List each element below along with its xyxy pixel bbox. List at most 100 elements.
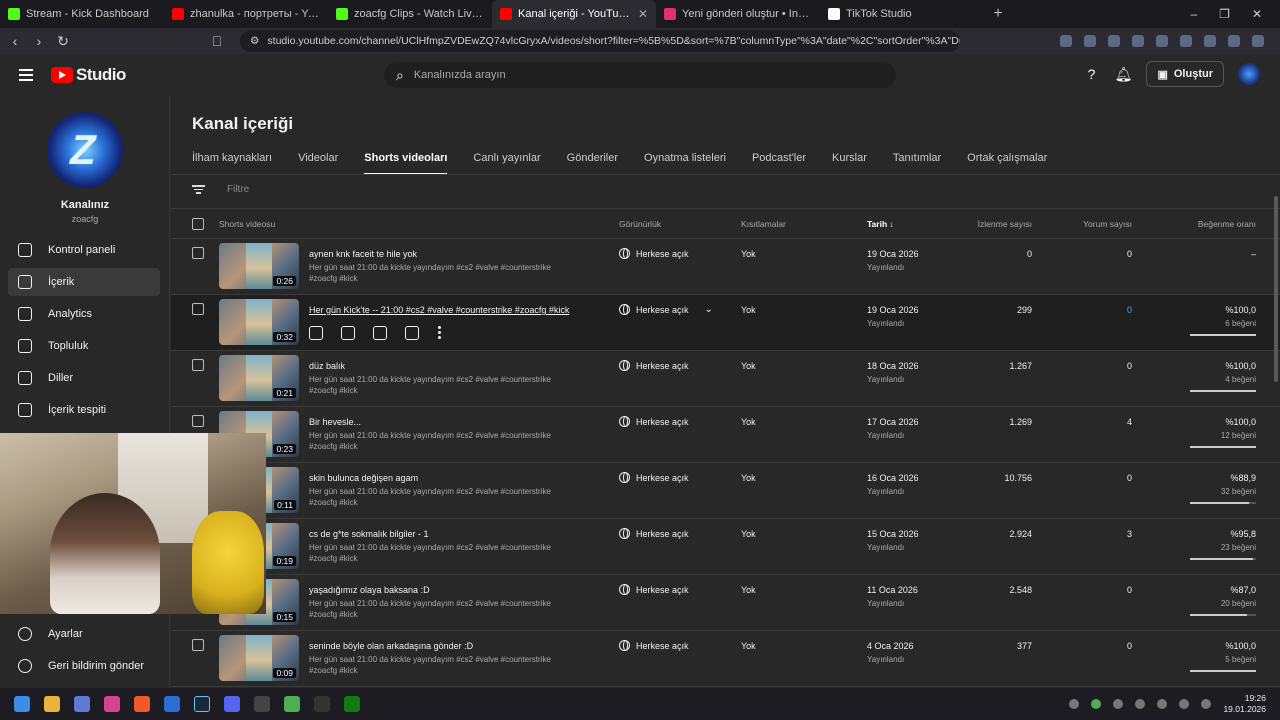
account-avatar[interactable] — [1238, 63, 1260, 85]
extension-icon[interactable] — [1204, 35, 1216, 47]
edit-icon[interactable] — [309, 326, 323, 340]
forward-icon[interactable]: › — [32, 33, 46, 49]
table-row[interactable]: 0:32 Her gün Kick'te -- 21:00 #cs2 #valve… — [171, 295, 1280, 351]
xbox-icon[interactable] — [344, 696, 360, 712]
video-thumbnail[interactable]: 0:32 — [219, 299, 299, 345]
more-options-icon[interactable] — [437, 326, 441, 340]
browser-tab[interactable]: TikTok Studio — [820, 0, 984, 28]
extension-icon[interactable] — [1060, 35, 1072, 47]
app-icon[interactable] — [74, 696, 90, 712]
browser-tab[interactable]: Kanal içeriği - YouTube Studio ✕ — [492, 0, 656, 28]
select-all-checkbox[interactable] — [192, 218, 204, 230]
minecraft-icon[interactable] — [284, 696, 300, 712]
app-icon[interactable] — [104, 696, 120, 712]
reload-icon[interactable]: ↻ — [56, 33, 70, 50]
table-row[interactable]: 0:21 düz balık Her gün saat 21:00 da kickt… — [171, 351, 1280, 407]
studio-logo[interactable]: Studio — [51, 65, 126, 85]
url-field[interactable]: ⚙ studio.youtube.com/channel/UClHfmpZVDE… — [240, 30, 960, 52]
browser-tab[interactable]: zoacfg Clips - Watch Live on Kick — [328, 0, 492, 28]
comments-cell[interactable]: 0 — [1127, 305, 1132, 315]
video-thumbnail[interactable]: 0:21 — [219, 355, 299, 401]
sidebar-item[interactable]: İçerik tespiti — [0, 396, 170, 424]
visibility-cell[interactable]: Herkese açık — [619, 584, 689, 595]
battery-icon[interactable] — [1157, 699, 1168, 709]
visibility-cell[interactable]: Herkese açık — [619, 360, 689, 371]
sidebar-item[interactable]: Analytics — [0, 300, 170, 328]
maximize-button[interactable]: ❐ — [1219, 7, 1230, 21]
new-tab-button[interactable]: + — [984, 5, 1012, 23]
youtube-icon[interactable] — [405, 326, 419, 340]
table-row[interactable]: 0:23 Bir hevesle... Her gün saat 21:00 da … — [171, 407, 1280, 463]
visibility-cell[interactable]: Herkese açık — [619, 416, 689, 427]
browser-tab[interactable]: Stream - Kick Dashboard — [0, 0, 164, 28]
discord-icon[interactable] — [224, 696, 240, 712]
video-title[interactable]: Her gün Kick'te -- 21:00 #cs2 #valve #co… — [309, 305, 569, 315]
video-title[interactable]: yaşadığımız olaya baksana :D — [309, 585, 430, 595]
start-icon[interactable] — [14, 696, 30, 712]
file-explorer-icon[interactable] — [44, 696, 60, 712]
video-title[interactable]: skin bulunca değişen agam — [309, 473, 418, 483]
extension-icon[interactable] — [1228, 35, 1240, 47]
visibility-cell[interactable]: Herkese açık ⌄ — [619, 304, 713, 315]
steam-icon[interactable] — [194, 696, 210, 712]
video-title[interactable]: cs de g*te sokmalık bilgiler - 1 — [309, 529, 429, 539]
content-tab[interactable]: İlham kaynakları — [192, 152, 272, 175]
clock[interactable]: 19:26 19.01.2026 — [1223, 693, 1266, 715]
browser-tab[interactable]: Yeni gönderi oluştur • Instagram — [656, 0, 820, 28]
content-tab[interactable]: Canlı yayınlar — [473, 152, 540, 175]
search-input[interactable]: ⌕ Kanalınızda arayın — [384, 62, 896, 88]
help-icon[interactable]: ? — [1082, 65, 1100, 83]
table-row[interactable]: 0:09 seninde böyle olan arkadaşına gönder… — [171, 631, 1280, 687]
site-info-icon[interactable]: ⚙ — [250, 35, 259, 47]
sidebar-item[interactable]: Geri bildirim gönder — [0, 652, 170, 680]
video-thumbnail[interactable]: 0:26 — [219, 243, 299, 289]
back-icon[interactable]: ‹ — [8, 33, 22, 49]
extension-icon[interactable] — [1252, 35, 1264, 47]
content-tab[interactable]: Ortak çalışmalar — [967, 152, 1047, 175]
analytics-icon[interactable] — [341, 326, 355, 340]
app-icon[interactable] — [164, 696, 180, 712]
filter-icon[interactable] — [192, 185, 205, 194]
scrollbar[interactable] — [1274, 196, 1278, 382]
content-tab[interactable]: Kurslar — [832, 152, 867, 175]
sidebar-item[interactable]: İçerik — [8, 268, 160, 296]
content-tab[interactable]: Gönderiler — [567, 152, 618, 175]
visibility-cell[interactable]: Herkese açık — [619, 528, 689, 539]
create-button[interactable]: ▣ Oluştur — [1146, 61, 1224, 87]
notifications-icon[interactable]: 🔔︎ — [1114, 65, 1133, 83]
sidebar-item[interactable]: Topluluk — [0, 332, 170, 360]
filter-bar[interactable]: Filtre — [192, 184, 249, 195]
visibility-cell[interactable]: Herkese açık — [619, 472, 689, 483]
tray-icon[interactable] — [1113, 699, 1124, 709]
row-checkbox[interactable] — [192, 247, 204, 259]
sidebar-item[interactable]: Kontrol paneli — [0, 236, 170, 264]
extension-icon[interactable] — [1084, 35, 1096, 47]
extension-icon[interactable] — [1180, 35, 1192, 47]
close-window-button[interactable]: ✕ — [1252, 7, 1262, 21]
browser-tab[interactable]: zhanulka - портреты - YouTube — [164, 0, 328, 28]
minimize-button[interactable]: – — [1190, 7, 1197, 21]
tray-icon[interactable] — [1135, 699, 1146, 709]
bookmark-icon[interactable]: ⎕ — [210, 33, 224, 50]
epic-games-icon[interactable] — [314, 696, 330, 712]
video-title[interactable]: düz balık — [309, 361, 345, 371]
row-checkbox[interactable] — [192, 303, 204, 315]
chevron-down-icon[interactable]: ⌄ — [705, 304, 713, 315]
extension-icon[interactable] — [1156, 35, 1168, 47]
tray-icon[interactable] — [1091, 699, 1102, 709]
microphone-icon[interactable] — [1179, 699, 1190, 709]
video-title[interactable]: aynen knk faceit te hile yok — [309, 249, 417, 259]
table-row[interactable]: 0:19 cs de g*te sokmalık bilgiler - 1 Her … — [171, 519, 1280, 575]
volume-icon[interactable] — [1201, 699, 1212, 709]
video-title[interactable]: Bir hevesle... — [309, 417, 361, 427]
row-checkbox[interactable] — [192, 415, 204, 427]
row-checkbox[interactable] — [192, 359, 204, 371]
content-tab[interactable]: Tanıtımlar — [893, 152, 941, 175]
visibility-cell[interactable]: Herkese açık — [619, 248, 689, 259]
table-row[interactable]: 0:26 aynen knk faceit te hile yok Her gün … — [171, 239, 1280, 295]
close-tab-icon[interactable]: ✕ — [638, 7, 648, 21]
col-date[interactable]: Tarih ↓ — [867, 219, 894, 229]
table-row[interactable]: 0:11 skin bulunca değişen agam Her gün saa… — [171, 463, 1280, 519]
app-icon[interactable] — [254, 696, 270, 712]
video-thumbnail[interactable]: 0:09 — [219, 635, 299, 681]
